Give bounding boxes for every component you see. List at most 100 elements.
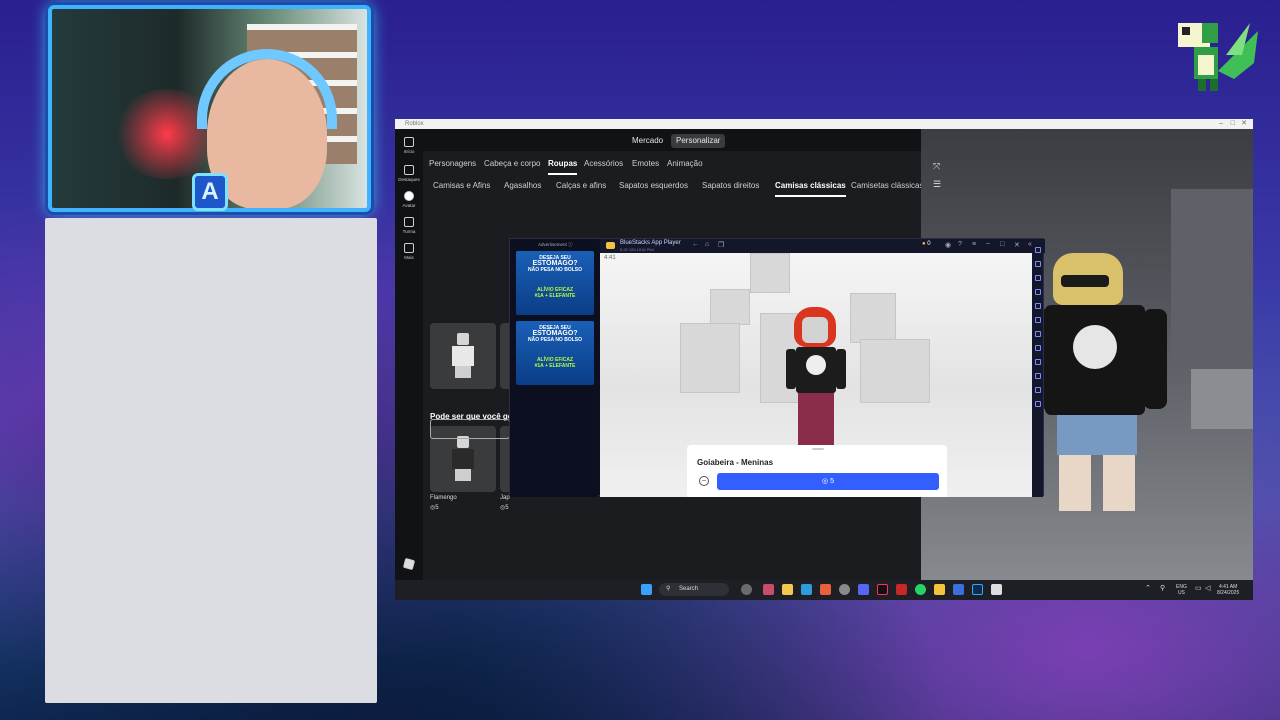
tray-chevron-icon[interactable]: ⌃ (1145, 584, 1151, 592)
help-icon[interactable]: ? (958, 241, 962, 248)
window-titlebar: Roblox – □ ✕ (395, 119, 1253, 129)
volume-icon[interactable]: ◁ (1205, 584, 1210, 592)
volume-icon[interactable] (1034, 261, 1041, 267)
maximize-icon[interactable]: □ (1000, 241, 1004, 248)
tab-animation[interactable]: Animação (667, 159, 703, 168)
fullscreen-icon[interactable] (1034, 247, 1041, 253)
app-icon[interactable] (763, 584, 774, 595)
file-explorer-icon[interactable] (782, 584, 793, 595)
monitor-icon[interactable]: ▭ (1195, 584, 1202, 592)
avatar-icon (404, 191, 414, 201)
avatar-pants (798, 393, 834, 445)
macro-icon[interactable] (1034, 317, 1041, 323)
bluestacks-side-toolbar (1032, 239, 1043, 497)
bluestacks-titlebar: BlueStacks App Player 5.22.100.1016 P64 … (600, 239, 1045, 253)
tab-characters[interactable]: Personagens (429, 159, 476, 168)
home-icon[interactable]: ⌂ (705, 241, 709, 248)
avatar-right-leg (1103, 455, 1135, 511)
avatar-right-arm (1143, 309, 1167, 409)
minimize-icon[interactable]: – (986, 240, 990, 247)
bluestacks-taskbar-icon[interactable] (934, 584, 945, 595)
tab-pants[interactable]: Calças e afins (556, 181, 606, 190)
whatsapp-icon[interactable] (915, 584, 926, 595)
app-icon[interactable] (953, 584, 964, 595)
camera-tool-icon[interactable]: ⤧ (933, 161, 940, 172)
minimize-button[interactable]: – (1219, 119, 1223, 129)
brave-browser-icon[interactable] (820, 584, 831, 595)
robux-icon: ◎ (822, 478, 831, 485)
avatar-sunglasses (1061, 275, 1109, 287)
see-more-button[interactable] (430, 419, 510, 439)
android-screen[interactable]: 4:41 Goiabeira - Meninas − ◎ 5 (600, 253, 1034, 497)
network-icon[interactable]: ⚲ (1160, 584, 1165, 592)
close-button[interactable]: ✕ (1241, 119, 1247, 129)
item-purchase-card: Goiabeira - Meninas − ◎ 5 (687, 445, 947, 497)
home-nav-icon[interactable] (1034, 401, 1041, 407)
tiktok-icon[interactable] (877, 584, 888, 595)
rail-item-more[interactable]: Mais (395, 243, 423, 260)
location-icon[interactable] (1034, 345, 1041, 351)
tab-accessories[interactable]: Acessórios (584, 159, 623, 168)
account-icon[interactable]: ◉ (945, 241, 951, 249)
multi-instance-icon[interactable] (1034, 331, 1041, 337)
rail-item-home[interactable]: Início (395, 137, 423, 154)
rail-item-party[interactable]: Turma (395, 217, 423, 234)
ad-card[interactable]: DESEJA SEU ESTÔMAGO? NÃO PESA NO BOLSO A… (516, 251, 594, 315)
photoshop-icon[interactable] (972, 584, 983, 595)
remove-item-button[interactable]: − (699, 476, 709, 486)
roblox-taskbar-icon[interactable] (991, 584, 1002, 595)
discord-icon[interactable] (858, 584, 869, 595)
rail-item-avatar[interactable]: Avatar (395, 191, 423, 208)
keyboard-icon[interactable] (1034, 275, 1041, 281)
back-icon[interactable]: ← (692, 241, 699, 248)
back-nav-icon[interactable] (1034, 387, 1041, 393)
windows-start-icon[interactable] (641, 584, 652, 595)
app-icon[interactable] (839, 584, 850, 595)
chat-panel (45, 218, 377, 703)
snivy-mascot-icon (1178, 23, 1258, 91)
rail-item-featured[interactable]: Destaques (395, 165, 423, 182)
roblox-logo-icon[interactable] (395, 557, 423, 571)
avatar-shorts (1057, 415, 1137, 455)
buy-button[interactable]: ◎ 5 (717, 473, 939, 490)
settings-icon[interactable] (1034, 373, 1041, 379)
rotate-icon[interactable] (1034, 303, 1041, 309)
avatar-left-leg (1059, 455, 1091, 511)
ads-header: Advertisement ⓘ (538, 242, 573, 247)
tab-right-shoes[interactable]: Sapatos direitos (702, 181, 759, 190)
tab-customize[interactable]: Personalizar (671, 134, 726, 148)
language-indicator[interactable]: ENG US (1176, 584, 1187, 596)
shake-icon[interactable] (1034, 359, 1041, 365)
tab-shirts[interactable]: Camisas e Afins (433, 181, 490, 190)
suggestion-price: ◎5 (430, 505, 439, 511)
tab-clothing[interactable]: Roupas (548, 159, 578, 175)
recents-icon[interactable]: ❐ (718, 241, 724, 249)
clock[interactable]: 4:41 AM 8/24/2025 (1217, 584, 1239, 596)
avatar-head (802, 317, 828, 343)
maximize-button[interactable]: □ (1231, 119, 1235, 129)
left-rail: Início Destaques Avatar Turma Mais (395, 129, 423, 600)
screenshot-icon[interactable] (1034, 289, 1041, 295)
channel-badge: A (192, 173, 228, 211)
task-view-icon[interactable] (741, 584, 752, 595)
coins-counter[interactable]: ● 0 (922, 241, 931, 247)
item-thumbnail[interactable] (430, 323, 496, 389)
tab-emotes[interactable]: Emotes (632, 159, 659, 168)
store-icon[interactable] (801, 584, 812, 595)
avatar-shirt-logo (1073, 325, 1117, 369)
tab-head-body[interactable]: Cabeça e corpo (484, 159, 540, 168)
menu-icon[interactable]: ≡ (972, 241, 976, 248)
close-icon[interactable]: ✕ (1014, 241, 1020, 249)
taskbar-search[interactable]: ⚲ Search (659, 583, 729, 596)
ad-card[interactable]: DESEJA SEU ESTÔMAGO? NÃO PESA NO BOLSO A… (516, 321, 594, 385)
settings-sliders-icon[interactable]: ☰ (933, 179, 941, 190)
tab-market[interactable]: Mercado (627, 134, 668, 148)
tab-jackets[interactable]: Agasalhos (504, 181, 541, 190)
tab-classic-shirts[interactable]: Camisas clássicas (775, 181, 846, 197)
tab-left-shoes[interactable]: Sapatos esquerdos (619, 181, 688, 190)
bluestacks-version: 5.22.100.1016 P64 (620, 247, 654, 252)
tab-classic-tshirts[interactable]: Camisetas clássicas (851, 181, 923, 190)
bluestacks-title: BlueStacks App Player (620, 240, 681, 246)
app-icon[interactable] (896, 584, 907, 595)
drag-handle[interactable] (812, 448, 824, 450)
